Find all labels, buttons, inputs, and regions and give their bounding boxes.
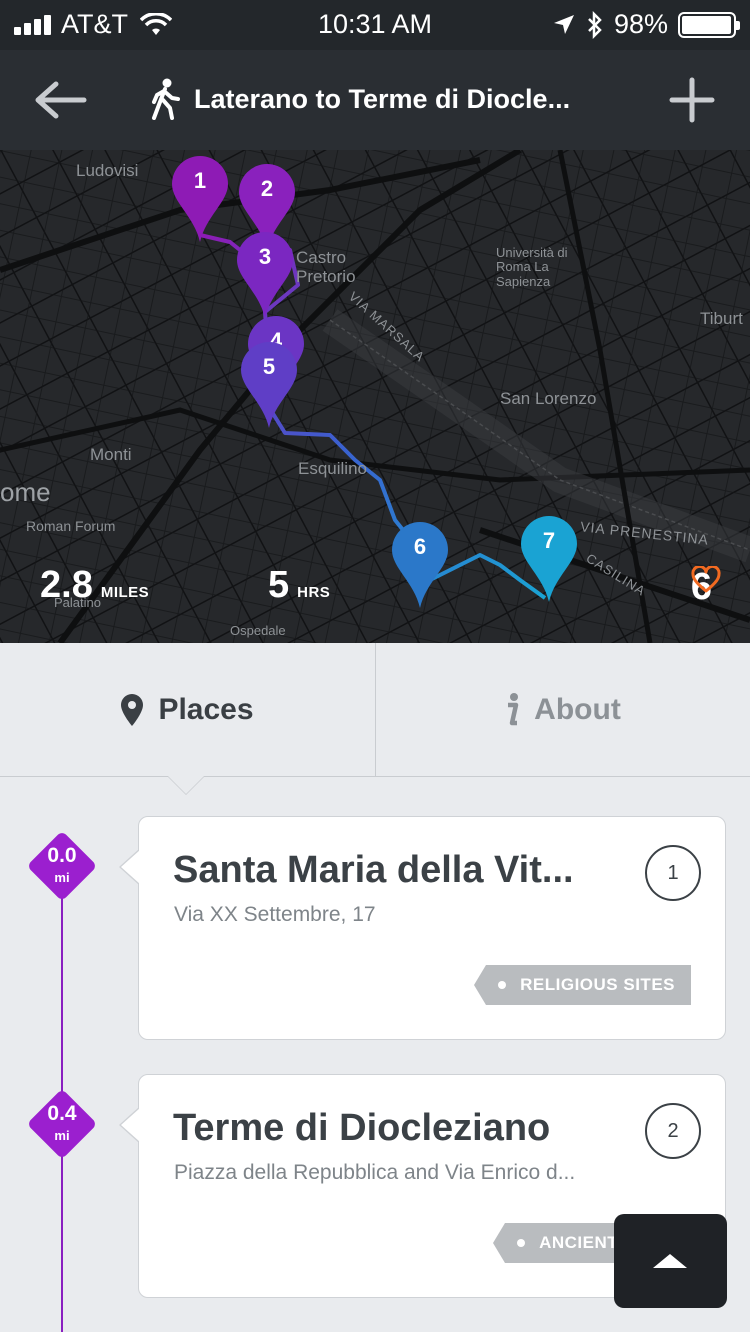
map-pin-number: 6 xyxy=(413,534,427,559)
distance-marker-unit: mi xyxy=(54,1128,70,1143)
place-number: 2 xyxy=(645,1103,701,1159)
map-label-esquilino: Esquilino xyxy=(298,459,367,478)
map-pin-1[interactable]: 1 xyxy=(170,154,230,244)
duration-unit: HRS xyxy=(297,584,331,601)
map-label-universita: Università di Roma La Sapienza xyxy=(496,245,568,289)
status-bar: AT&T 10:31 AM 98% xyxy=(0,0,750,50)
heart-icon xyxy=(691,566,721,593)
tab-about-label: About xyxy=(534,692,621,726)
distance-marker-value: 0.0 xyxy=(47,844,77,867)
map-label-ospedale: Ospedale xyxy=(230,623,286,638)
tab-indicator xyxy=(168,776,204,794)
favorites[interactable]: 6 xyxy=(691,566,721,609)
bluetooth-icon xyxy=(588,10,602,39)
duration-stat: 5 HRS xyxy=(268,564,330,607)
tab-about[interactable]: About xyxy=(375,643,749,776)
scroll-to-top-button[interactable] xyxy=(614,1214,727,1308)
map-pin-number: 3 xyxy=(258,244,272,269)
place-title: Santa Maria della Vit... xyxy=(173,849,574,891)
place-address: Via XX Settembre, 17 xyxy=(174,903,376,926)
tab-bar: Places About xyxy=(0,643,750,777)
distance-marker: 0.4 mi xyxy=(26,1088,98,1160)
route-title: Laterano to Terme di Diocle... xyxy=(194,83,571,114)
map-label-tiburtina: Tiburt xyxy=(700,309,743,328)
map-pin-number: 5 xyxy=(262,354,276,379)
duration-value: 5 xyxy=(268,564,290,606)
distance-unit: MILES xyxy=(100,584,150,601)
tab-places-label: Places xyxy=(158,692,254,726)
place-card[interactable]: Santa Maria della Vit... Via XX Settembr… xyxy=(119,816,726,1040)
map-label-monti: Monti xyxy=(90,445,132,464)
place-address: Piazza della Repubblica and Via Enrico d… xyxy=(174,1161,576,1184)
battery-icon xyxy=(678,11,740,38)
map-pin-number: 7 xyxy=(542,528,556,553)
distance-value: 2.8 xyxy=(40,564,93,606)
map-pin-3[interactable]: 3 xyxy=(235,230,295,320)
location-pin-icon xyxy=(121,693,144,726)
place-number: 1 xyxy=(645,845,701,901)
map-pin-5[interactable]: 5 xyxy=(239,340,299,430)
nav-bar: Laterano to Terme di Diocle... xyxy=(0,50,750,150)
back-arrow-icon[interactable] xyxy=(30,78,90,122)
distance-stat: 2.8 MILES xyxy=(40,564,149,607)
map-pin-6[interactable]: 6 xyxy=(390,520,450,610)
distance-marker-value: 0.4 xyxy=(47,1102,77,1125)
category-tag[interactable]: RELIGIOUS SITES xyxy=(474,965,691,1005)
tab-places[interactable]: Places xyxy=(0,643,374,776)
map-pin-number: 2 xyxy=(260,176,274,201)
status-right: 98% xyxy=(552,9,740,40)
map-label-castro-pretorio: Castro Pretorio xyxy=(296,248,356,286)
place-title: Terme di Diocleziano xyxy=(173,1107,551,1149)
distance-marker: 0.0 mi xyxy=(26,830,98,902)
map-label-rome: ome xyxy=(0,477,51,507)
map-label-san-lorenzo: San Lorenzo xyxy=(500,389,597,408)
walking-icon xyxy=(152,78,180,120)
distance-marker-unit: mi xyxy=(54,870,70,885)
map-pin-number: 1 xyxy=(193,168,207,193)
route-map[interactable]: Ludovisi Castro Pretorio Università di R… xyxy=(0,150,750,643)
add-icon[interactable] xyxy=(668,76,716,124)
location-arrow-icon xyxy=(553,14,574,34)
map-pin-7[interactable]: 7 xyxy=(519,514,579,604)
map-label-roman-forum: Roman Forum xyxy=(26,518,116,534)
nav-title-group: Laterano to Terme di Diocle... xyxy=(150,78,570,120)
map-label-ludovisi: Ludovisi xyxy=(76,161,139,180)
caret-up-icon xyxy=(653,1254,687,1268)
battery-percent: 98% xyxy=(613,9,668,39)
info-icon xyxy=(508,692,519,725)
